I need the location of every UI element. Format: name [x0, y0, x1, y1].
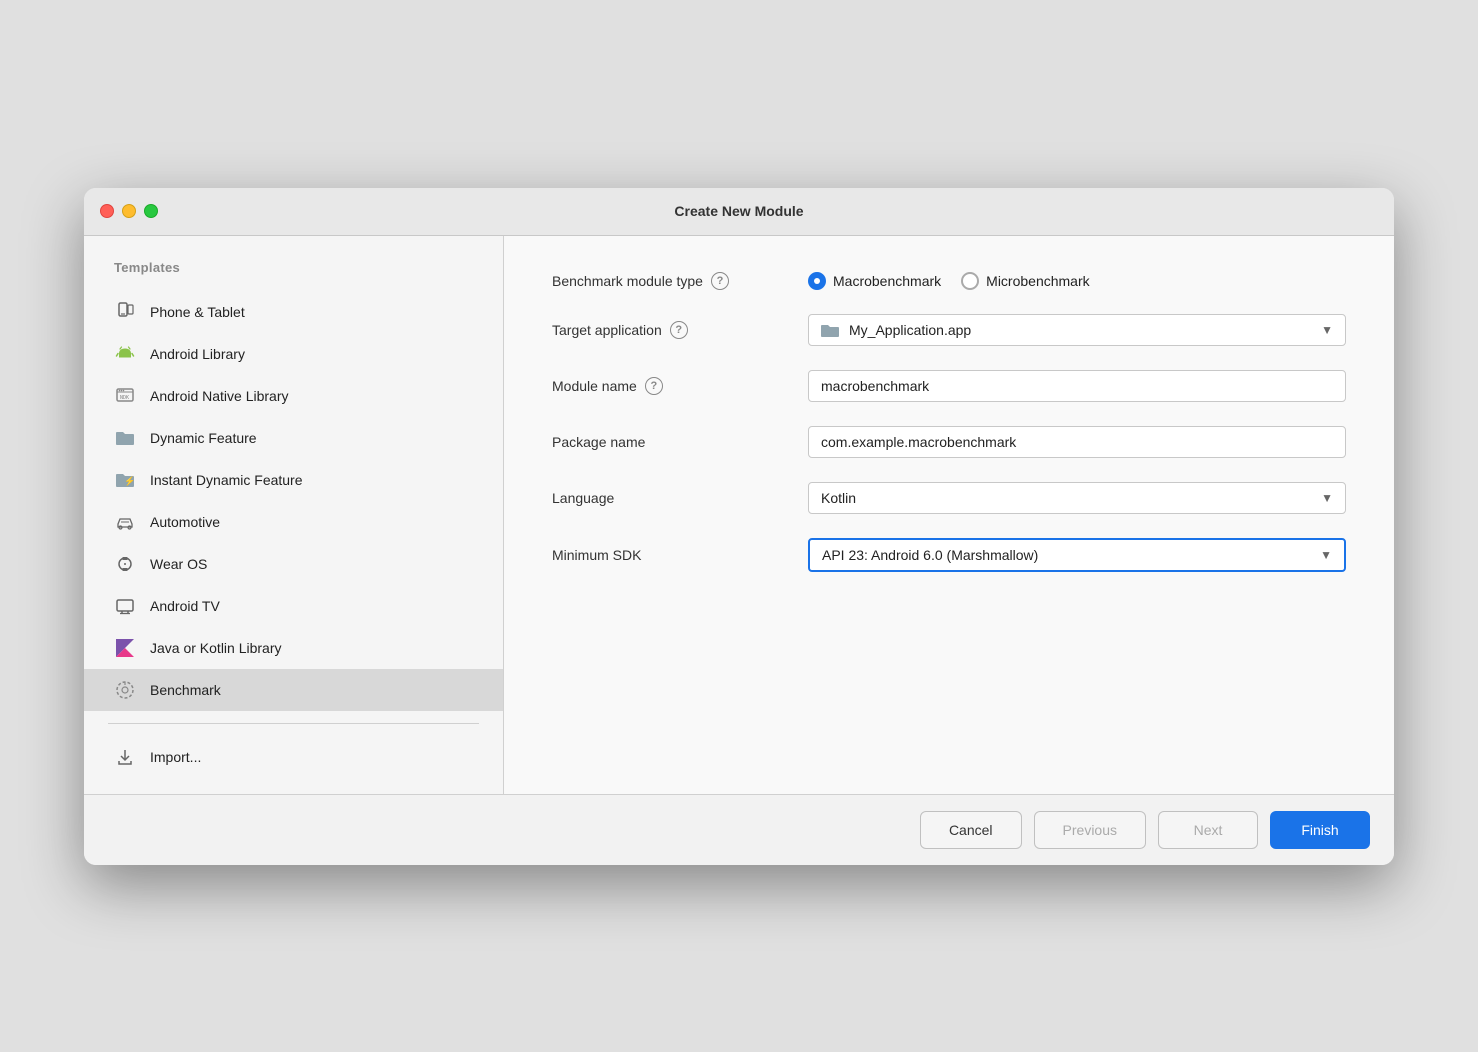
sidebar-label-kotlin-library: Java or Kotlin Library — [150, 640, 282, 656]
close-button[interactable] — [100, 204, 114, 218]
language-chevron-icon: ▼ — [1321, 491, 1333, 505]
traffic-lights — [100, 204, 158, 218]
sidebar-label-instant-dynamic: Instant Dynamic Feature — [150, 472, 303, 488]
sidebar-label-wear-os: Wear OS — [150, 556, 207, 572]
module-name-input[interactable] — [808, 370, 1346, 402]
sidebar-item-android-tv[interactable]: Android TV — [84, 585, 503, 627]
previous-button[interactable]: Previous — [1034, 811, 1146, 849]
sidebar-divider — [108, 723, 479, 724]
sidebar-item-instant-dynamic[interactable]: ⚡ Instant Dynamic Feature — [84, 459, 503, 501]
maximize-button[interactable] — [144, 204, 158, 218]
target-app-help-icon[interactable]: ? — [670, 321, 688, 339]
main-content: Templates Phone & Tablet — [84, 236, 1394, 794]
benchmark-type-row: Benchmark module type ? Macrobenchmark M… — [552, 272, 1346, 290]
finish-button[interactable]: Finish — [1270, 811, 1370, 849]
cancel-button[interactable]: Cancel — [920, 811, 1022, 849]
package-name-control — [808, 426, 1346, 458]
window-title: Create New Module — [674, 203, 803, 219]
module-name-row: Module name ? — [552, 370, 1346, 402]
sidebar-item-import[interactable]: Import... — [84, 736, 503, 778]
sidebar-label-android-native: Android Native Library — [150, 388, 289, 404]
sidebar-item-dynamic-feature[interactable]: Dynamic Feature — [84, 417, 503, 459]
microbenchmark-label: Microbenchmark — [986, 273, 1089, 289]
sidebar-item-phone-tablet[interactable]: Phone & Tablet — [84, 291, 503, 333]
folder-icon — [114, 427, 136, 449]
folder-small-icon — [821, 323, 839, 337]
phone-icon — [114, 301, 136, 323]
android-icon — [114, 343, 136, 365]
sidebar-item-wear-os[interactable]: Wear OS — [84, 543, 503, 585]
minimum-sdk-chevron-icon: ▼ — [1320, 548, 1332, 562]
target-app-label: Target application ? — [552, 321, 792, 339]
minimum-sdk-row: Minimum SDK API 23: Android 6.0 (Marshma… — [552, 538, 1346, 572]
sidebar-label-phone-tablet: Phone & Tablet — [150, 304, 245, 320]
language-control: Kotlin ▼ — [808, 482, 1346, 514]
language-value: Kotlin — [821, 490, 856, 506]
package-name-row: Package name — [552, 426, 1346, 458]
minimum-sdk-control: API 23: Android 6.0 (Marshmallow) ▼ — [808, 538, 1346, 572]
tv-icon — [114, 595, 136, 617]
sidebar-label-import: Import... — [150, 749, 201, 765]
svg-text:⚡: ⚡ — [124, 475, 135, 487]
sidebar-item-benchmark[interactable]: Benchmark — [84, 669, 503, 711]
target-app-value: My_Application.app — [849, 322, 971, 338]
form-spacer — [552, 596, 1346, 758]
sidebar-label-android-tv: Android TV — [150, 598, 220, 614]
target-app-dropdown[interactable]: My_Application.app ▼ — [808, 314, 1346, 346]
benchmark-icon — [114, 679, 136, 701]
kotlin-icon — [114, 637, 136, 659]
sidebar: Templates Phone & Tablet — [84, 236, 504, 794]
svg-text:NDK: NDK — [120, 395, 129, 401]
module-name-help-icon[interactable]: ? — [645, 377, 663, 395]
titlebar: Create New Module — [84, 188, 1394, 236]
import-icon — [114, 746, 136, 768]
language-label: Language — [552, 490, 792, 506]
benchmark-type-help-icon[interactable]: ? — [711, 272, 729, 290]
minimum-sdk-dropdown[interactable]: API 23: Android 6.0 (Marshmallow) ▼ — [808, 538, 1346, 572]
benchmark-type-control: Macrobenchmark Microbenchmark — [808, 272, 1346, 290]
native-icon: NDK — [114, 385, 136, 407]
language-row: Language Kotlin ▼ — [552, 482, 1346, 514]
sidebar-item-kotlin-library[interactable]: Java or Kotlin Library — [84, 627, 503, 669]
benchmark-type-label: Benchmark module type ? — [552, 272, 792, 290]
target-app-control: My_Application.app ▼ — [808, 314, 1346, 346]
car-icon — [114, 511, 136, 533]
macrobenchmark-option[interactable]: Macrobenchmark — [808, 272, 941, 290]
sidebar-label-benchmark: Benchmark — [150, 682, 221, 698]
language-dropdown[interactable]: Kotlin ▼ — [808, 482, 1346, 514]
package-name-input[interactable] — [808, 426, 1346, 458]
sidebar-label-android-library: Android Library — [150, 346, 245, 362]
sidebar-items: Phone & Tablet And — [84, 291, 503, 711]
package-name-label: Package name — [552, 434, 792, 450]
sidebar-label-dynamic-feature: Dynamic Feature — [150, 430, 257, 446]
dialog-footer: Cancel Previous Next Finish — [84, 794, 1394, 865]
microbenchmark-radio[interactable] — [961, 272, 979, 290]
module-name-label: Module name ? — [552, 377, 792, 395]
sidebar-bottom: Import... — [84, 736, 503, 778]
sidebar-item-android-library[interactable]: Android Library — [84, 333, 503, 375]
main-panel: Benchmark module type ? Macrobenchmark M… — [504, 236, 1394, 794]
dialog-window: Create New Module Templates Phone & Tabl… — [84, 188, 1394, 865]
sidebar-item-automotive[interactable]: Automotive — [84, 501, 503, 543]
target-app-chevron-icon: ▼ — [1321, 323, 1333, 337]
sidebar-label-automotive: Automotive — [150, 514, 220, 530]
microbenchmark-option[interactable]: Microbenchmark — [961, 272, 1089, 290]
sidebar-item-android-native[interactable]: NDK Android Native Library — [84, 375, 503, 417]
macrobenchmark-label: Macrobenchmark — [833, 273, 941, 289]
minimum-sdk-value: API 23: Android 6.0 (Marshmallow) — [822, 547, 1038, 563]
next-button[interactable]: Next — [1158, 811, 1258, 849]
target-app-row: Target application ? My_Application.app … — [552, 314, 1346, 346]
watch-icon — [114, 553, 136, 575]
macrobenchmark-radio[interactable] — [808, 272, 826, 290]
instant-folder-icon: ⚡ — [114, 469, 136, 491]
sidebar-title: Templates — [84, 260, 503, 291]
module-name-control — [808, 370, 1346, 402]
minimize-button[interactable] — [122, 204, 136, 218]
minimum-sdk-label: Minimum SDK — [552, 547, 792, 563]
